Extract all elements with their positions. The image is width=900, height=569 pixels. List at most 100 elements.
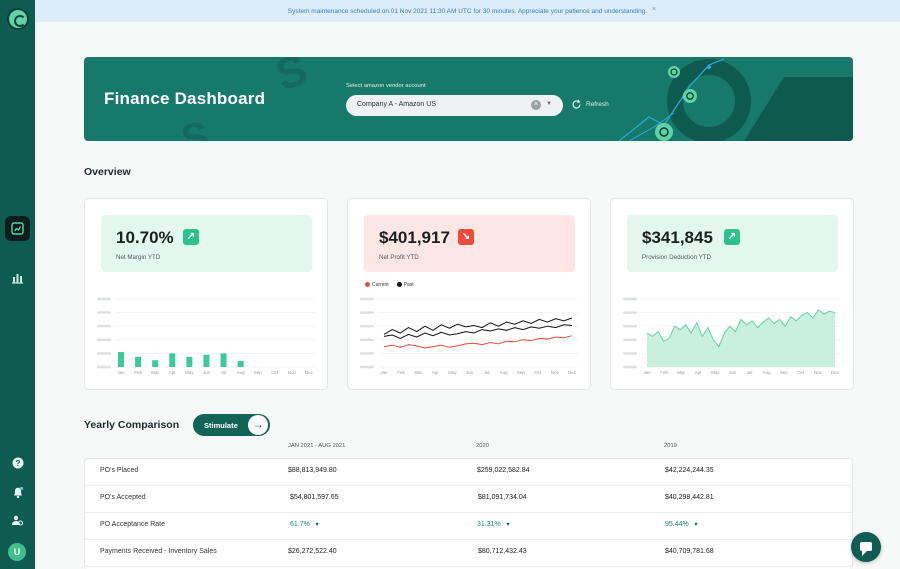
x-tick-label: Apr: [432, 370, 440, 375]
x-tick-label: May: [711, 370, 720, 375]
table-cell[interactable]: 95.44%: [665, 521, 699, 528]
x-tick-label: Oct: [534, 370, 542, 375]
x-tick-label: Dec: [831, 370, 840, 375]
hero-header: S S Finance Dashboard Select amazon vend…: [84, 57, 853, 141]
sidebar-item-help[interactable]: ?: [5, 450, 30, 475]
x-tick-label: Mar: [414, 370, 422, 375]
sidebar-item-dashboard[interactable]: [5, 216, 30, 241]
table-cell: $54,801,597.65: [290, 494, 339, 501]
row-label: Payments Received - Inventory Sales: [100, 548, 217, 555]
arrow-right-icon: →: [248, 415, 268, 435]
bar: [237, 360, 244, 367]
x-tick-label: Sep: [254, 370, 263, 375]
vendor-account-select[interactable]: Company A - Amazon US × ▼: [346, 95, 563, 116]
y-tick-label: [97, 297, 111, 301]
y-tick-label: [360, 325, 374, 328]
x-tick-label: Nov: [814, 370, 823, 375]
chat-button[interactable]: [851, 532, 881, 562]
overview-title: Overview: [84, 166, 131, 178]
yearly-comparison-title: Yearly Comparison: [84, 419, 180, 431]
y-tick-label: [360, 338, 374, 341]
banner-message: System maintenance scheduled on 01 Nov 2…: [287, 7, 648, 15]
avatar[interactable]: U: [8, 543, 26, 561]
svg-text:S: S: [270, 57, 313, 101]
x-tick-label: Oct: [797, 370, 805, 375]
x-tick-label: Dec: [305, 370, 314, 375]
x-tick-label: Apr: [169, 370, 177, 375]
banner-close-button[interactable]: ×: [652, 6, 656, 13]
y-tick-label: [623, 311, 637, 314]
dashboard-icon: [11, 222, 24, 235]
x-tick-label: Jan: [643, 370, 651, 375]
bar: [152, 360, 159, 367]
refresh-label: Refresh: [586, 101, 609, 108]
x-tick-label: Feb: [397, 370, 405, 375]
x-tick-label: Jun: [466, 370, 474, 375]
stimulate-label: Stimulate: [204, 421, 238, 430]
table-cell: $88,813,949.80: [288, 467, 337, 474]
svg-text:?: ?: [15, 459, 20, 468]
page-title: Finance Dashboard: [104, 89, 266, 108]
x-tick-label: May: [185, 370, 194, 375]
app-logo[interactable]: [7, 8, 29, 30]
x-tick-label: Apr: [695, 370, 703, 375]
y-tick-label: [97, 325, 111, 328]
table-cell: $81,091,734.04: [478, 494, 527, 501]
y-tick-label: [623, 338, 637, 341]
chat-icon: [860, 542, 872, 556]
table-cell: $40,709,781.68: [665, 548, 714, 555]
y-tick-label: [97, 352, 111, 355]
net-margin-card: 10.70% ↗ Net Margin YTD Jan Feb Mar Apr May J…: [84, 198, 328, 390]
clear-icon[interactable]: ×: [531, 100, 541, 110]
x-tick-label: Nov: [288, 370, 297, 375]
y-tick-label: [97, 338, 111, 341]
yearly-comparison-table: PO's Placed $88,813,949.80 $259,022,582.…: [84, 458, 853, 569]
table-cell[interactable]: 31.31%: [477, 521, 511, 528]
sidebar-item-notifications[interactable]: [5, 480, 30, 505]
x-tick-label: Feb: [134, 370, 142, 375]
bar-chart-icon: [12, 274, 23, 284]
bar: [220, 353, 227, 367]
maintenance-banner: System maintenance scheduled on 01 Nov 2…: [35, 0, 900, 22]
y-tick-label: [623, 297, 637, 301]
x-tick-label: Jul: [484, 370, 490, 375]
provision-deduction-card: $341,845 ↗ Provision Deduction YTD Jan Fe…: [610, 198, 854, 390]
bar: [169, 353, 176, 367]
chevron-down-icon[interactable]: ▼: [546, 101, 552, 107]
y-tick-label: [623, 365, 637, 369]
x-tick-label: Aug: [763, 370, 772, 375]
x-tick-label: Sep: [517, 370, 526, 375]
x-tick-label: Mar: [151, 370, 159, 375]
x-tick-label: Aug: [237, 370, 246, 375]
y-tick-label: [360, 297, 374, 301]
bar: [203, 354, 210, 367]
y-tick-label: [97, 311, 111, 314]
table-cell: $26,272,522.40: [288, 548, 337, 555]
sidebar-item-reports[interactable]: [5, 265, 30, 290]
x-tick-label: May: [448, 370, 457, 375]
x-tick-label: Jan: [117, 370, 125, 375]
stimulate-button[interactable]: Stimulate →: [193, 414, 270, 436]
sidebar-item-users[interactable]: [5, 508, 30, 533]
row-label: PO's Accepted: [100, 494, 146, 501]
table-cell[interactable]: 61.7%: [290, 521, 320, 528]
y-tick-label: [360, 352, 374, 355]
table-cell: $40,298,442.81: [665, 494, 714, 501]
users-icon: [12, 515, 24, 526]
column-header: 2020: [476, 443, 489, 449]
vendor-account-value: Company A - Amazon US: [357, 101, 436, 108]
refresh-button[interactable]: Refresh: [571, 99, 609, 110]
bar: [186, 356, 193, 367]
row-label: PO Acceptance Rate: [100, 521, 165, 528]
net-profit-line-chart: Jan Feb Mar Apr May Jun Jul Aug Sep Oct Nov Dec: [360, 297, 578, 375]
x-tick-label: Dec: [568, 370, 577, 375]
net-profit-card: $401,917 ↘ Net Profit YTD Current Past J…: [347, 198, 591, 390]
help-icon: ?: [12, 457, 23, 468]
table-cell: $80,712,432.43: [478, 548, 527, 555]
table-row: PO Acceptance Rate 61.7% 31.31% 95.44%: [85, 513, 852, 540]
bar: [135, 356, 142, 367]
x-tick-label: Jul: [747, 370, 753, 375]
svg-text:S: S: [178, 114, 212, 141]
y-tick-label: [360, 311, 374, 314]
y-tick-label: [623, 352, 637, 355]
